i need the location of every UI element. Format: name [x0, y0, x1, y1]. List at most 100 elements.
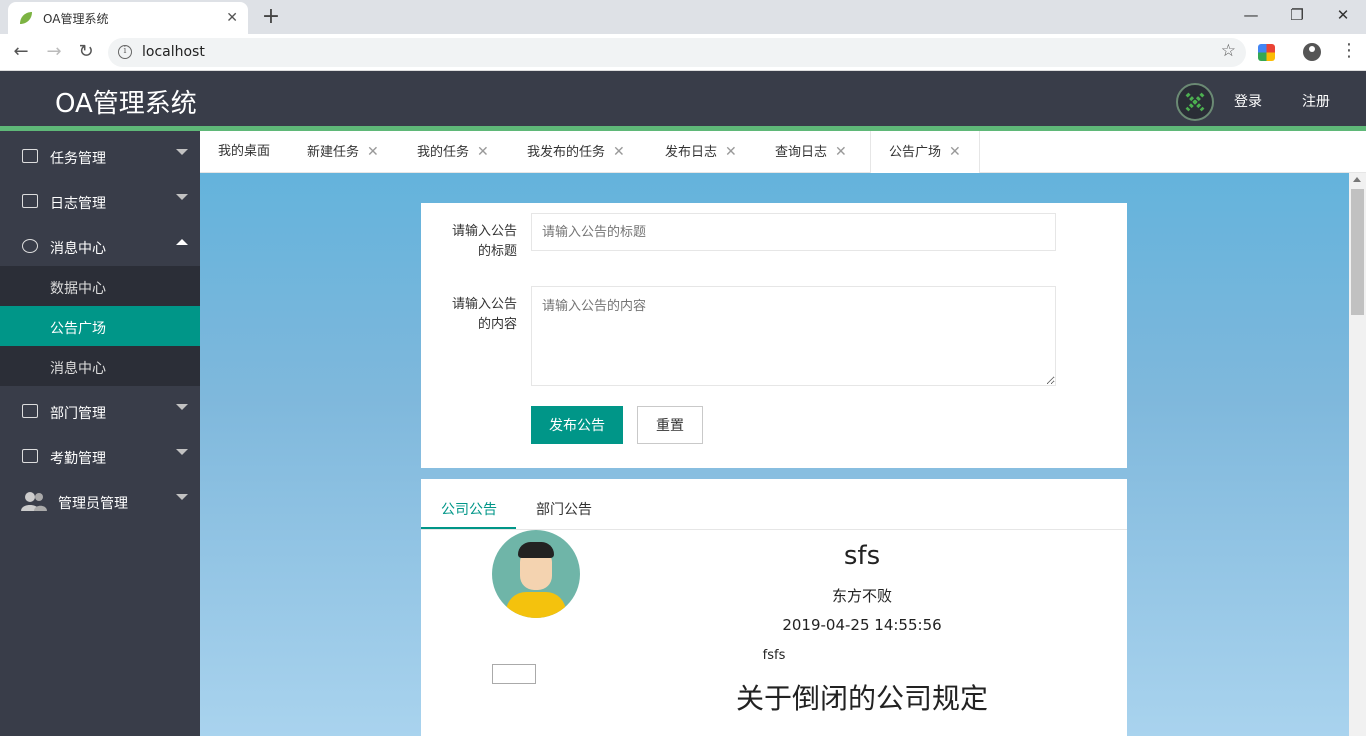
sidebar-item-messages[interactable]: 消息中心	[0, 223, 200, 268]
tab-query-log[interactable]: 查询日志 ✕	[757, 131, 865, 173]
notice-title: sfs	[843, 541, 881, 571]
tab-label: 我的任务	[417, 145, 470, 160]
chevron-down-icon	[176, 404, 188, 410]
tab-department-notices[interactable]: 部门公告	[536, 499, 592, 519]
address-bar[interactable]: i localhost ☆	[108, 38, 1246, 67]
broken-image-icon	[492, 664, 536, 684]
sidebar-item-attendance[interactable]: 考勤管理	[0, 433, 200, 478]
avatar-body	[506, 592, 566, 618]
tab-desktop[interactable]: 我的桌面	[200, 131, 288, 173]
publish-notice-form: 请输入公告 的标题 请输入公告 的内容 发布公告 重置	[421, 203, 1127, 468]
close-icon[interactable]: ✕	[725, 144, 737, 160]
sidebar-subitem-label: 公告广场	[50, 321, 106, 337]
forward-icon[interactable]: →	[40, 38, 68, 66]
content-label-line: 请输入公告	[451, 297, 517, 312]
sidebar-item-label: 任务管理	[50, 151, 106, 167]
tab-label: 发布日志	[665, 145, 718, 160]
close-icon[interactable]: ✕	[477, 144, 489, 160]
sidebar-item-label: 部门管理	[50, 406, 106, 422]
notice-tabs: 公司公告 部门公告	[421, 479, 1127, 530]
app-logo: OA管理系统	[55, 89, 197, 119]
sidebar-item-label: 日志管理	[50, 196, 106, 212]
sidebar: 任务管理 日志管理 消息中心 数据中心 公告广场 消息中心 部门管理 考勤管理 …	[0, 131, 200, 736]
sidebar-item-admins[interactable]: 管理员管理	[0, 478, 200, 523]
reset-button[interactable]: 重置	[637, 406, 703, 444]
sidebar-item-tasks[interactable]: 任务管理	[0, 133, 200, 178]
browser-tabstrip: OA管理系统 ✕ + — ❐ ✕	[0, 0, 1366, 34]
scroll-up-icon[interactable]	[1353, 177, 1361, 182]
notice-content: fsfs	[762, 648, 786, 663]
sidebar-item-logs[interactable]: 日志管理	[0, 178, 200, 223]
reload-icon[interactable]: ↻	[72, 38, 100, 66]
sidebar-item-departments[interactable]: 部门管理	[0, 388, 200, 433]
more-menu-icon[interactable]: ⋮	[1340, 40, 1358, 62]
tab-label: 新建任务	[307, 145, 360, 160]
tab-notice-square[interactable]: 公告广场 ✕	[870, 131, 980, 174]
back-icon[interactable]: ←	[7, 38, 35, 66]
title-label: 请输入公告 的标题	[421, 222, 517, 262]
browser-toolbar: ← → ↻ i localhost ☆	[0, 34, 1366, 71]
close-icon[interactable]: ✕	[367, 144, 379, 160]
tab-label: 我的桌面	[218, 144, 271, 159]
title-label-line: 的标题	[477, 244, 517, 259]
chevron-up-icon	[176, 239, 188, 245]
publish-button[interactable]: 发布公告	[531, 406, 623, 444]
scrollbar-thumb[interactable]	[1351, 189, 1364, 315]
tab-label: 公告广场	[889, 145, 942, 160]
notice-title-input[interactable]	[531, 213, 1056, 251]
notice-time: 2019-04-25 14:55:56	[782, 616, 942, 634]
tab-label: 查询日志	[775, 145, 828, 160]
register-link[interactable]: 注册	[1302, 91, 1330, 111]
chart-icon	[22, 404, 38, 418]
active-tab-indicator	[421, 527, 516, 529]
tab-published-tasks[interactable]: 我发布的任务 ✕	[509, 131, 643, 173]
leaf-icon	[20, 12, 32, 24]
info-icon[interactable]: i	[118, 45, 132, 59]
notice-title: 关于倒闭的公司规定	[735, 682, 988, 715]
content-label: 请输入公告 的内容	[421, 295, 517, 335]
window-close-icon[interactable]: ✕	[1320, 0, 1366, 30]
sidebar-item-label: 考勤管理	[50, 451, 106, 467]
notice-content-textarea[interactable]	[531, 286, 1056, 386]
sidebar-item-label: 管理员管理	[58, 496, 128, 512]
login-link[interactable]: 登录	[1234, 91, 1262, 111]
close-icon[interactable]: ✕	[226, 10, 238, 26]
extension-icon[interactable]	[1258, 44, 1275, 61]
users-icon	[21, 492, 47, 511]
chevron-down-icon	[176, 449, 188, 455]
scrollbar[interactable]	[1349, 173, 1366, 736]
sidebar-subitem-notice-square[interactable]: 公告广场	[0, 306, 200, 346]
avatar-hair	[518, 542, 554, 558]
tab-my-tasks[interactable]: 我的任务 ✕	[399, 131, 507, 173]
content-label-line: 的内容	[477, 317, 517, 332]
profile-icon[interactable]	[1303, 43, 1321, 61]
chevron-down-icon	[176, 149, 188, 155]
close-icon[interactable]: ✕	[835, 144, 847, 160]
chart-icon	[22, 194, 38, 208]
restore-icon[interactable]: ❐	[1274, 0, 1320, 30]
sidebar-subitem-message-center[interactable]: 消息中心	[0, 346, 200, 386]
close-icon[interactable]: ✕	[613, 144, 625, 160]
notice-list-card: 公司公告 部门公告 sfs 东方不败 2019-04-25 14:55:56 f…	[421, 479, 1127, 736]
title-label-line: 请输入公告	[451, 224, 517, 239]
smile-icon	[22, 239, 38, 253]
avatar-pattern-icon	[1185, 92, 1205, 112]
chart-icon	[22, 449, 38, 463]
chevron-down-icon	[176, 194, 188, 200]
tab-publish-log[interactable]: 发布日志 ✕	[647, 131, 755, 173]
sidebar-subitem-label: 消息中心	[50, 361, 106, 377]
new-tab-button[interactable]: +	[258, 3, 284, 31]
browser-tab[interactable]: OA管理系统 ✕	[8, 2, 248, 34]
tab-company-notices[interactable]: 公司公告	[441, 499, 497, 519]
minimize-icon[interactable]: —	[1228, 0, 1274, 30]
chevron-down-icon	[176, 494, 188, 500]
tab-new-task[interactable]: 新建任务 ✕	[289, 131, 397, 173]
tab-bar: 我的桌面 新建任务 ✕ 我的任务 ✕ 我发布的任务 ✕ 发布日志 ✕ 查询日志 ✕ 公告广…	[200, 131, 1366, 174]
user-avatar[interactable]	[1176, 83, 1214, 121]
close-icon[interactable]: ✕	[949, 144, 961, 160]
sidebar-subitem-data-center[interactable]: 数据中心	[0, 266, 200, 306]
bookmark-star-icon[interactable]: ☆	[1221, 41, 1236, 61]
tab-label: 我发布的任务	[527, 145, 606, 160]
url-text: localhost	[142, 44, 205, 60]
sidebar-item-label: 消息中心	[50, 241, 106, 257]
